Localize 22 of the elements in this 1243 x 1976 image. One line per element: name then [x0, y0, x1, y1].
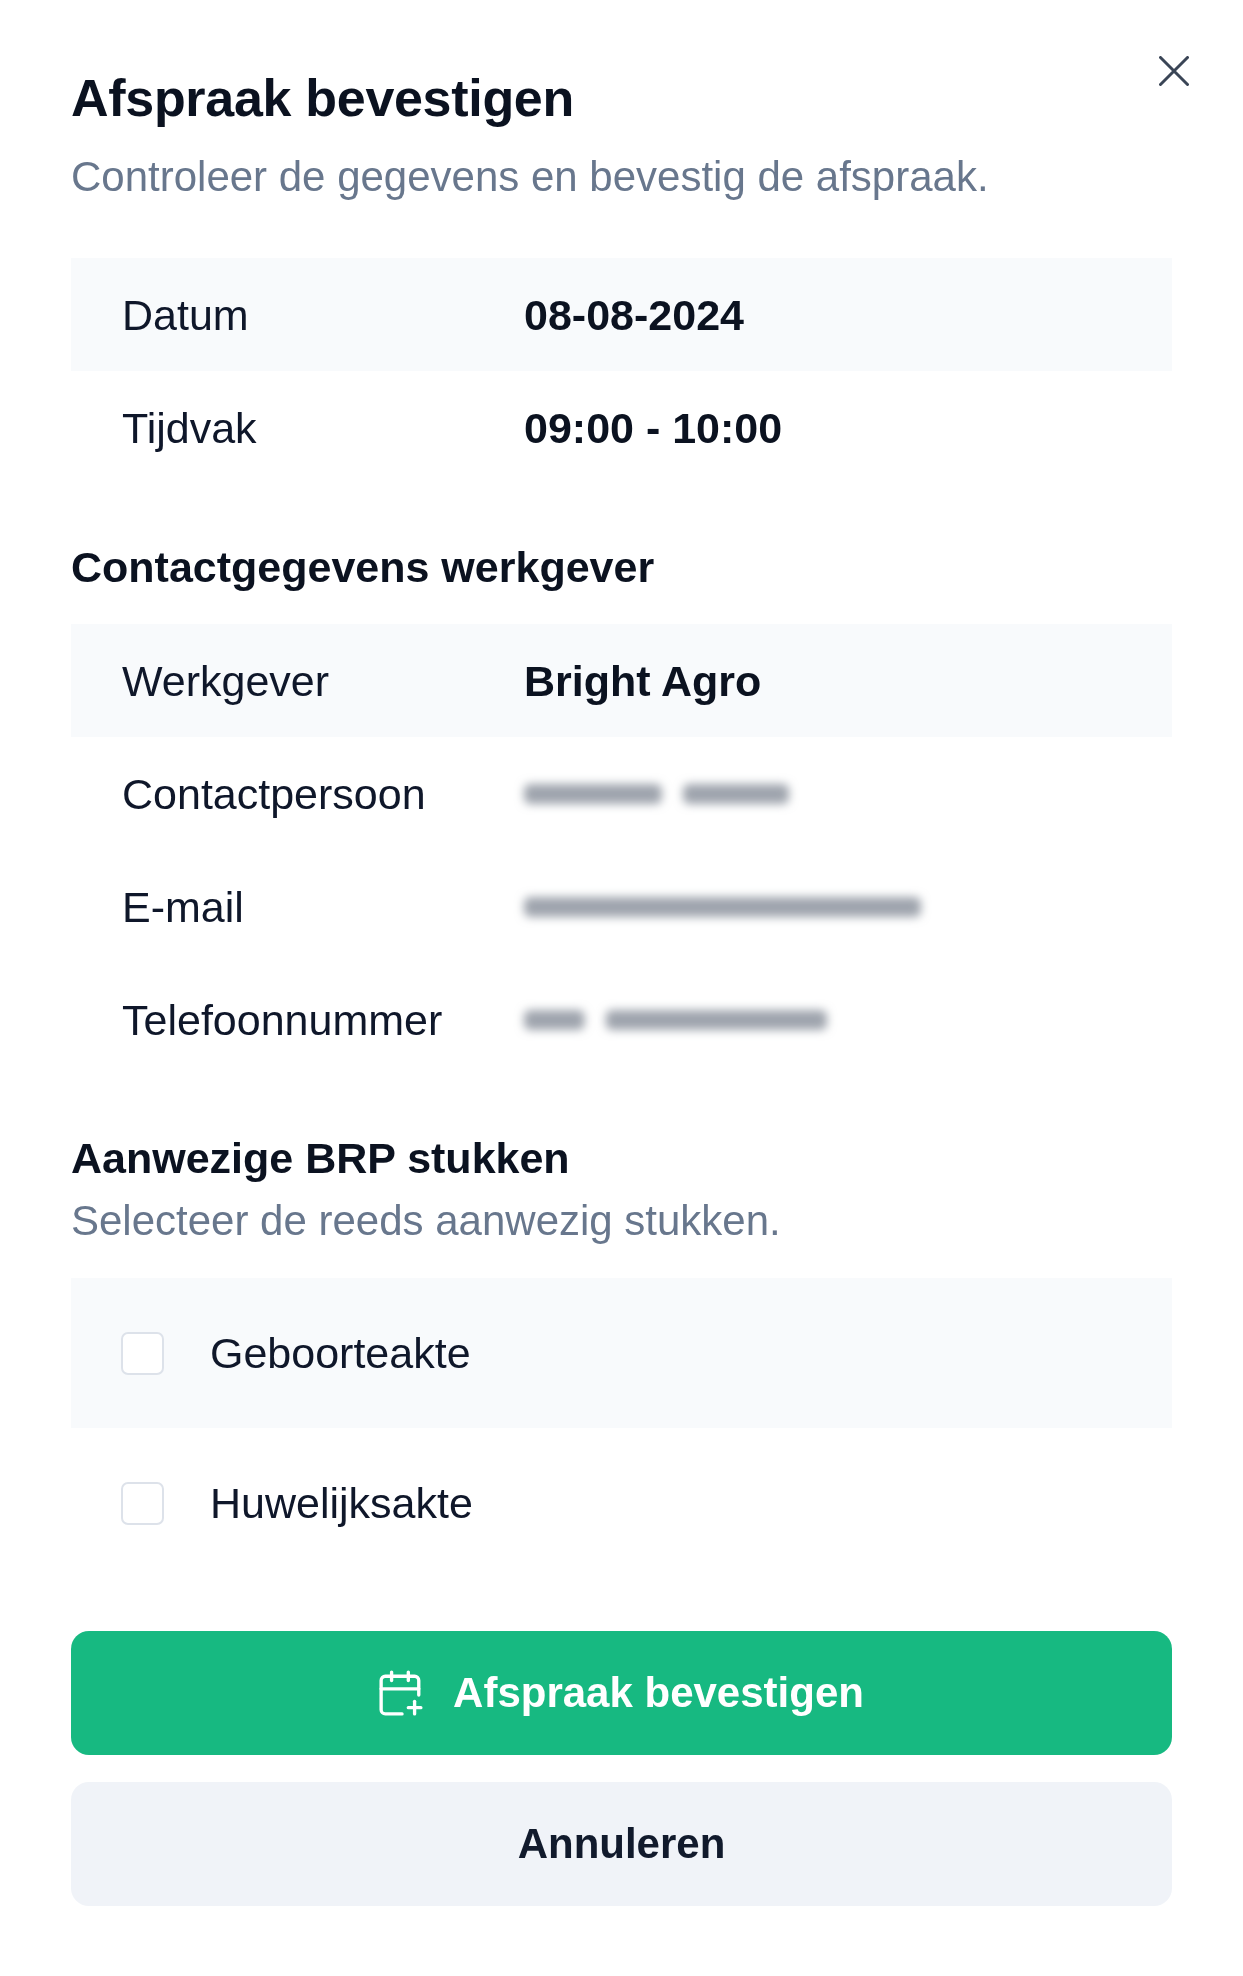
section-subtitle: Selecteer de reeds aanwezig stukken.	[71, 1197, 781, 1245]
section-heading: Aanwezige BRP stukken	[71, 1133, 570, 1183]
field-label: E-mail	[122, 881, 244, 933]
field-label: Tijdvak	[122, 402, 257, 454]
field-value: 09:00 - 10:00	[524, 402, 783, 454]
field-label: Datum	[122, 289, 249, 341]
checkbox[interactable]	[121, 1331, 164, 1375]
dialog-subtitle: Controleer de gegevens en bevestig de afspraak.	[71, 152, 989, 202]
field-value: Bright Agro	[524, 655, 762, 707]
checkbox-label: Geboorteakte	[210, 1328, 471, 1379]
close-icon	[1159, 56, 1189, 86]
close-button[interactable]	[1159, 56, 1189, 86]
checkbox[interactable]	[121, 1481, 164, 1525]
calendar-plus-icon	[379, 1670, 424, 1716]
field-label: Werkgever	[122, 655, 330, 707]
field-label: Telefoonnummer	[122, 994, 443, 1046]
checkbox-label: Huwelijksakte	[210, 1478, 473, 1529]
cancel-button[interactable]: Annuleren	[71, 1782, 1172, 1906]
dialog-title: Afspraak bevestigen	[71, 68, 574, 128]
field-label: Contactpersoon	[122, 768, 426, 820]
field-value: 08-08-2024	[524, 289, 744, 341]
section-heading: Contactgegevens werkgever	[71, 542, 655, 592]
